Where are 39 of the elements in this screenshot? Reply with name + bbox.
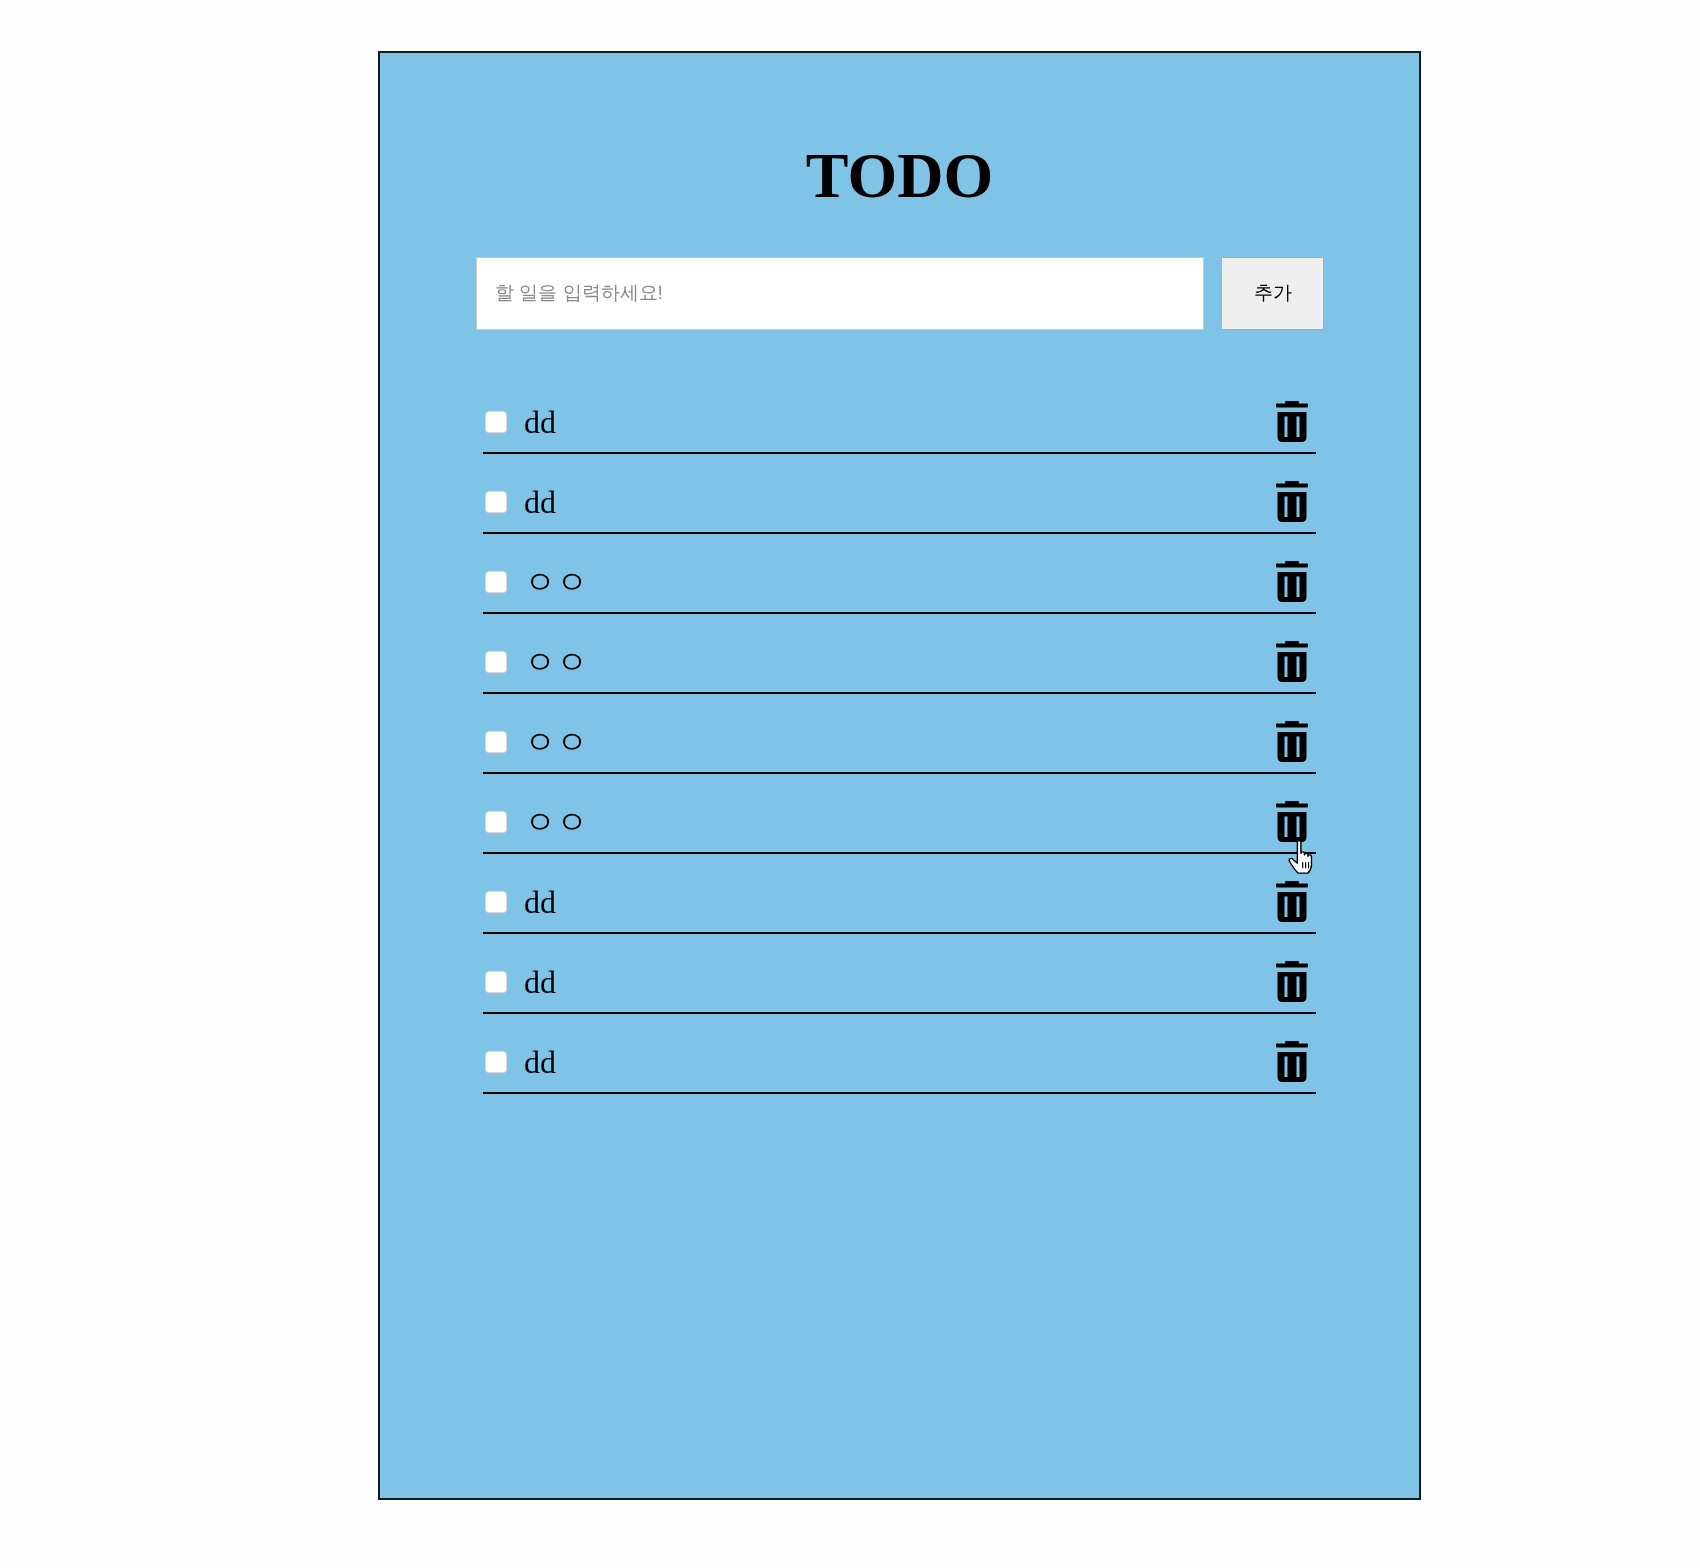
todo-checkbox[interactable]	[485, 890, 507, 913]
todo-text: dd	[524, 882, 556, 921]
trash-icon	[1276, 1041, 1308, 1083]
todo-checkbox[interactable]	[485, 810, 507, 833]
add-button[interactable]: 추가	[1221, 256, 1324, 330]
todo-text: ㅇㅇ	[524, 562, 588, 601]
trash-icon	[1276, 401, 1308, 443]
delete-button[interactable]	[1276, 401, 1308, 443]
todo-text: dd	[524, 482, 556, 521]
delete-button[interactable]	[1276, 561, 1308, 603]
todo-text: ㅇㅇ	[524, 642, 588, 681]
todo-input-field[interactable]: 할 일을 입력하세요!	[476, 256, 1204, 330]
trash-icon	[1276, 641, 1308, 683]
delete-button[interactable]	[1276, 801, 1308, 843]
app-title: TODO	[804, 139, 995, 213]
trash-icon	[1276, 721, 1308, 763]
todo-text: dd	[524, 1042, 556, 1081]
delete-button[interactable]	[1276, 1041, 1308, 1083]
todo-checkbox[interactable]	[485, 410, 507, 433]
todo-checkbox[interactable]	[485, 970, 507, 993]
todo-checkbox[interactable]	[485, 1050, 507, 1073]
todo-text: ㅇㅇ	[524, 802, 588, 841]
todo-checkbox[interactable]	[485, 650, 507, 673]
todo-text: dd	[524, 962, 556, 1001]
trash-icon	[1276, 881, 1308, 923]
delete-button[interactable]	[1276, 881, 1308, 923]
todo-checkbox[interactable]	[485, 570, 507, 593]
delete-button[interactable]	[1276, 481, 1308, 523]
trash-icon	[1276, 961, 1308, 1003]
todo-checkbox[interactable]	[485, 490, 507, 513]
todo-text: ㅇㅇ	[524, 722, 588, 761]
delete-button[interactable]	[1276, 721, 1308, 763]
trash-icon	[1276, 561, 1308, 603]
delete-button[interactable]	[1276, 961, 1308, 1003]
todo-checkbox[interactable]	[485, 730, 507, 753]
delete-button[interactable]	[1276, 641, 1308, 683]
trash-icon	[1276, 801, 1308, 843]
trash-icon	[1276, 481, 1308, 523]
todo-text: dd	[524, 402, 556, 441]
